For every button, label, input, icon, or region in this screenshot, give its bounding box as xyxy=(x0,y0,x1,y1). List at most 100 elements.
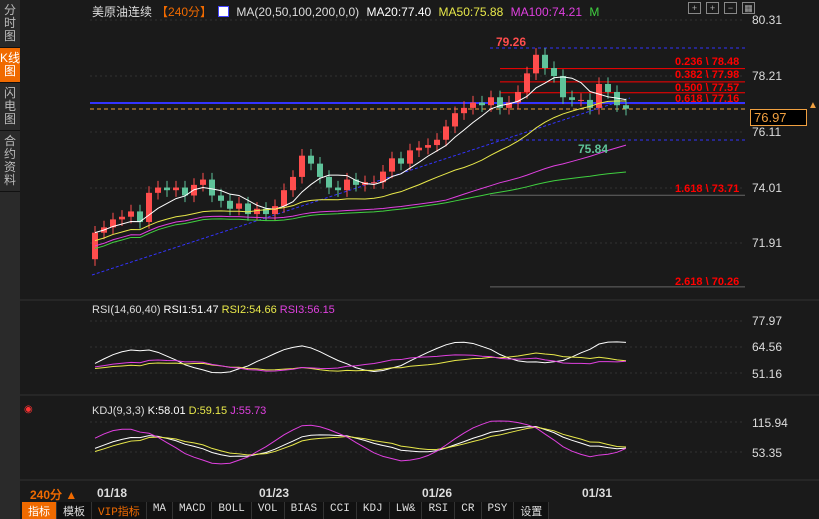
price-tick: 71.91 xyxy=(752,236,783,250)
candle-body xyxy=(308,155,314,164)
chart-header: 美原油连续 【240分】 MA(20,50,100,200,0,0) MA20:7… xyxy=(92,3,603,20)
candle-body xyxy=(560,76,566,98)
indicator-settings-icon[interactable]: ◉ xyxy=(24,404,33,415)
symbol-name: 美原油连续 xyxy=(92,5,153,19)
date-label: 01/23 xyxy=(259,486,290,500)
candle-body xyxy=(551,68,557,77)
kdj-tick: 115.94 xyxy=(752,416,788,430)
indicator-tab[interactable]: CCI xyxy=(324,502,357,519)
candle-body xyxy=(488,97,494,106)
candle-body xyxy=(128,211,134,217)
fib-level: 0.382 \ 77.98 xyxy=(675,69,740,81)
fib-level: 0.236 \ 78.48 xyxy=(675,56,740,68)
ma50-value: MA50:75.88 xyxy=(438,5,504,19)
current-price-tag: 76.97 xyxy=(750,109,807,126)
scroll-up-icon[interactable]: ▲ xyxy=(808,100,818,111)
rsi-tick: 51.16 xyxy=(752,367,783,381)
indicator-tab[interactable]: BIAS xyxy=(284,502,325,519)
candle-body xyxy=(326,176,332,188)
candle-body xyxy=(416,147,422,151)
indicator-tab[interactable]: VOL xyxy=(251,502,285,519)
candle-body xyxy=(290,176,296,191)
low-label: 75.84 xyxy=(578,142,609,156)
candle-body xyxy=(218,195,224,201)
indicator-tab[interactable]: 设置 xyxy=(514,502,550,519)
candle-body xyxy=(281,190,287,207)
price-tick: 80.31 xyxy=(752,13,783,27)
ma-line xyxy=(94,100,627,242)
candle-body xyxy=(344,179,350,191)
candle-body xyxy=(470,102,476,108)
ma-line xyxy=(94,76,627,234)
m-value: M xyxy=(589,5,600,19)
indicator-tab[interactable]: VIP指标 xyxy=(92,502,147,519)
candle-body xyxy=(479,102,485,106)
candle-body xyxy=(524,73,530,92)
candle-body xyxy=(425,145,431,148)
candle-body xyxy=(317,163,323,177)
indicator-tab[interactable]: BOLL xyxy=(212,502,252,519)
zoom-in-icon[interactable]: + xyxy=(706,2,719,14)
rsi-tick: 77.97 xyxy=(752,314,783,328)
indicator-tab[interactable]: PSY xyxy=(481,502,515,519)
candle-body xyxy=(398,158,404,164)
fib-level: 2.618 \ 70.26 xyxy=(675,276,740,288)
candle-body xyxy=(236,203,242,209)
indicator-tab[interactable]: LW& xyxy=(389,502,423,519)
trend-line xyxy=(91,97,631,276)
candle-body xyxy=(299,155,305,177)
ma20-value: MA20:77.40 xyxy=(366,5,432,19)
candle-body xyxy=(461,107,467,114)
period-label: 【240分】 xyxy=(156,5,213,19)
high-label: 79.26 xyxy=(496,35,527,49)
kdj-j-line xyxy=(94,420,627,465)
candle-body xyxy=(245,203,251,215)
candle-body xyxy=(569,97,575,100)
candle-body xyxy=(272,206,278,215)
price-tick: 76.11 xyxy=(752,125,782,139)
candle-body xyxy=(119,216,125,220)
rsi-tick: 64.56 xyxy=(752,340,783,354)
indicator-tab[interactable]: CR xyxy=(455,502,482,519)
fib-level: 0.618 \ 77.16 xyxy=(675,93,740,105)
indicator-tab[interactable]: RSI xyxy=(422,502,456,519)
indicator-tab[interactable]: MA xyxy=(146,502,174,519)
candle-body xyxy=(335,187,341,191)
candle-body xyxy=(443,126,449,140)
expand-icon[interactable]: + xyxy=(688,2,701,14)
price-tick: 74.01 xyxy=(752,181,783,195)
kdj-legend: KDJ(9,3,3) K:58.01 D:59.15 J:55.73 xyxy=(92,405,267,417)
candle-body xyxy=(227,200,233,209)
indicator-tab[interactable]: KDJ xyxy=(356,502,390,519)
candle-body xyxy=(389,158,395,172)
candle-body xyxy=(623,105,629,109)
candle-body xyxy=(605,83,611,92)
candle-body xyxy=(164,187,170,191)
candle-body xyxy=(452,113,458,127)
candle-body xyxy=(533,54,539,74)
candle-body xyxy=(200,179,206,185)
date-label: 01/18 xyxy=(97,486,128,500)
candle-body xyxy=(146,192,152,223)
candle-body xyxy=(254,208,260,215)
candle-body xyxy=(209,179,215,196)
indicator-tab[interactable]: MACD xyxy=(173,502,213,519)
ma-params: MA(20,50,100,200,0,0) xyxy=(236,5,360,19)
indicator-tabbar: 指标 模板 VIP指标 MA MACD BOLL VOL BIAS CCI KDJ LW& RSI CR… xyxy=(22,502,550,519)
period-selector[interactable]: 240分 ▲ xyxy=(30,486,77,503)
ma-chart-icon xyxy=(218,6,230,17)
price-tick: 78.21 xyxy=(752,69,783,83)
candle-body xyxy=(155,187,161,193)
indicator-tab[interactable]: 指标 xyxy=(22,502,57,519)
kdj-d-line xyxy=(94,426,627,456)
candle-body xyxy=(371,182,377,184)
candle-body xyxy=(578,99,584,101)
candle-body xyxy=(434,139,440,146)
rsi-legend: RSI(14,60,40) RSI1:51.47 RSI2:54.66 RSI3… xyxy=(92,304,335,316)
date-label: 01/26 xyxy=(422,486,453,500)
ma100-value: MA100:74.21 xyxy=(510,5,582,19)
candle-body xyxy=(407,150,413,164)
indicator-tab[interactable]: 模板 xyxy=(57,502,92,519)
zoom-out-icon[interactable]: − xyxy=(724,2,737,14)
kdj-tick: 53.35 xyxy=(752,446,783,460)
